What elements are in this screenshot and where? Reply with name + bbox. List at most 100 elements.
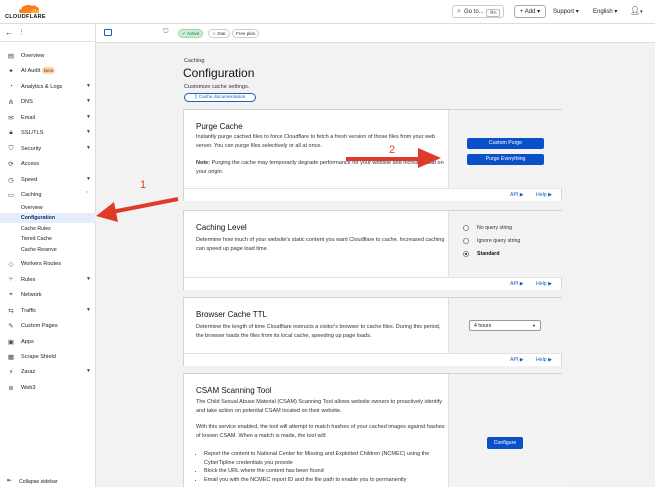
caching-level-card: Caching Level Determine how much of your… [183,210,562,290]
sidebar-subitem-label: Overview [21,204,43,211]
annotation-label-1: 1 [140,179,147,191]
chevron-down-icon: ▾ [575,9,579,15]
help-link[interactable]: Help ▶ [536,192,552,198]
shortcut-hint: ⌘K [486,8,500,17]
card-description: The Child Sexual Abuse Material (CSAM) S… [196,399,442,414]
help-link[interactable]: Help ▶ [536,357,552,363]
sidebar-item-web3[interactable]: ⊛ Web3 [0,383,96,395]
scrape-shield-icon: ▦ [7,354,15,361]
sidebar-item-overview[interactable]: ▤ Overview [0,51,96,63]
add-button[interactable]: + Add ▾ [514,5,546,18]
sidebar-item-network[interactable]: ⌖ Network [0,290,96,302]
sidebar-item-label: AI Audit [21,68,41,74]
web3-icon: ⊛ [8,385,14,392]
api-link[interactable]: API ▶ [510,357,524,363]
sidebar-item-label: Scrape Shield [21,354,56,360]
sidebar-item-label: Analytics & Logs [21,84,63,90]
csam-actions-list: Report the content to National Center fo… [204,450,444,484]
radio-no-query-string[interactable]: No query string [463,224,512,231]
goto-search[interactable]: ⌕ Go to... ⌘K [452,5,504,18]
sidebar-item-label: Web3 [21,385,36,391]
sidebar-item-ssl-tls[interactable]: 🔒︎ SSL/TLS ▼ [0,128,96,140]
sidebar-item-scrape-shield[interactable]: ▦ Scrape Shield [0,352,96,364]
cloudflare-logo[interactable]: CLOUDFLARE [4,3,48,21]
sidebar-subitem-cache-reserve[interactable]: Cache Reserve [0,245,96,255]
star-button[interactable]: ☆ Star [208,29,230,38]
top-bar: CLOUDFLARE ⌕ Go to... ⌘K + Add ▾ Support… [0,0,655,24]
browser-ttl-select[interactable]: 4 hours ▼ [469,320,541,331]
radio-ignore-query-string[interactable]: Ignore query string [463,237,520,244]
sidebar-item-custom-pages[interactable]: ✎ Custom Pages [0,321,96,333]
sidebar-item-speed[interactable]: ◷ Speed ▼ [0,175,96,187]
custom-purge-button[interactable]: Custom Purge [467,138,544,149]
rules-icon: ⑂ [9,276,13,283]
sidebar-subitem-configuration[interactable]: Configuration [0,213,96,223]
list-item: Block the URL where the content has been… [204,467,444,476]
card-description: Instantly purge cached files to force Cl… [196,134,436,149]
sidebar-item-email[interactable]: ✉ Email ▼ [0,113,96,125]
chevron-down-icon: ▾ [537,9,541,15]
sidebar-item-traffic[interactable]: ⇆ Traffic ▼ [0,306,96,318]
chevron-down-icon: ▾ [640,9,643,15]
sidebar-item-label: Security [21,146,42,152]
chevron-down-icon: ▼ [86,129,91,135]
chevron-down-icon: ▼ [86,307,91,313]
website-icon[interactable] [104,29,112,36]
sidebar-item-workers-routes[interactable]: ◇ Workers Routes [0,259,96,271]
card-note: Note: Purging the cache may temporarily … [196,159,446,176]
back-arrow-icon[interactable]: ← [5,28,13,37]
sidebar-subitem-overview[interactable]: Overview [0,203,96,213]
sidebar-item-security[interactable]: ⛉ Security ▼ [0,144,96,156]
sidebar-item-zaraz[interactable]: ⚡︎ Zaraz ▼ [0,367,96,379]
sidebar-subitem-label: Configuration [21,214,55,221]
sidebar-subitem-label: Cache Reserve [21,246,57,253]
list-item: Report the content to National Center fo… [204,450,444,467]
card-control-panel: 4 hours ▼ [448,298,562,353]
ai-audit-icon: ✦ [8,68,14,75]
chevron-down-icon: ▼ [86,368,91,374]
sidebar-item-caching[interactable]: ▭ Caching ^ [0,190,96,202]
language-menu[interactable]: English ▾ [593,8,617,15]
sidebar-item-analytics[interactable]: ◔ Analytics & Logs ▼ [0,82,96,94]
traffic-icon: ⇆ [8,308,14,315]
api-link[interactable]: API ▶ [510,192,524,198]
sidebar-subitem-tiered-cache[interactable]: Tiered Cache [0,234,96,244]
chevron-down-icon: ▾ [614,9,618,15]
card-description: Determine the length of time Cloudflare … [196,324,441,339]
support-label: Support [553,9,575,15]
sidebar-item-apps[interactable]: ▣ Apps [0,337,96,349]
cache-documentation-link[interactable]: ▯ Cache documentation [184,93,256,102]
card-title: Browser Cache TTL [196,310,267,319]
csam-scanning-card: CSAM Scanning Tool The Child Sexual Abus… [183,373,562,487]
sidebar-subitem-label: Tiered Cache [21,235,52,242]
sidebar-item-access[interactable]: ⟳ Access [0,159,96,171]
shield-icon: ⛉ [8,145,14,152]
account-switcher-icon[interactable]: ⋮ [18,28,25,36]
document-icon: ▯ [194,95,198,100]
api-link[interactable]: API ▶ [510,281,524,287]
sidebar-item-label: Rules [21,277,36,283]
note-label: Note: [196,160,211,166]
sidebar-item-rules[interactable]: ⑂ Rules ▼ [0,275,96,287]
user-menu[interactable]: 👤︎▾ [630,6,643,15]
sidebar-item-dns[interactable]: ⋔ DNS ▼ [0,97,96,109]
radio-circle-selected [463,250,469,257]
sidebar-item-ai-audit[interactable]: ✦ AI Audit Beta [0,66,96,78]
purge-everything-button[interactable]: Purge Everything [467,154,544,165]
radio-circle [463,237,469,244]
lock-icon: 🔒︎ [9,129,13,136]
page-description: Customize cache settings. [184,84,250,90]
sidebar-subitem-cache-rules[interactable]: Cache Rules [0,224,96,234]
support-menu[interactable]: Support ▾ [553,8,579,15]
card-title: Purge Cache [196,122,243,131]
sidebar-item-label: Apps [21,339,34,345]
brand-wordmark: CLOUDFLARE [5,14,46,20]
configure-button[interactable]: Configure [487,437,523,449]
pin-icon[interactable]: ⎋ [163,28,169,36]
radio-standard[interactable]: Standard [463,250,499,257]
doc-link-label: Cache documentation [198,95,246,100]
sidebar-header: ← ⋮ [0,24,96,42]
card-footer: API ▶ Help ▶ [184,188,561,201]
help-link[interactable]: Help ▶ [536,281,552,287]
collapse-sidebar-button[interactable]: ⇤ Collapse sidebar [0,477,96,487]
